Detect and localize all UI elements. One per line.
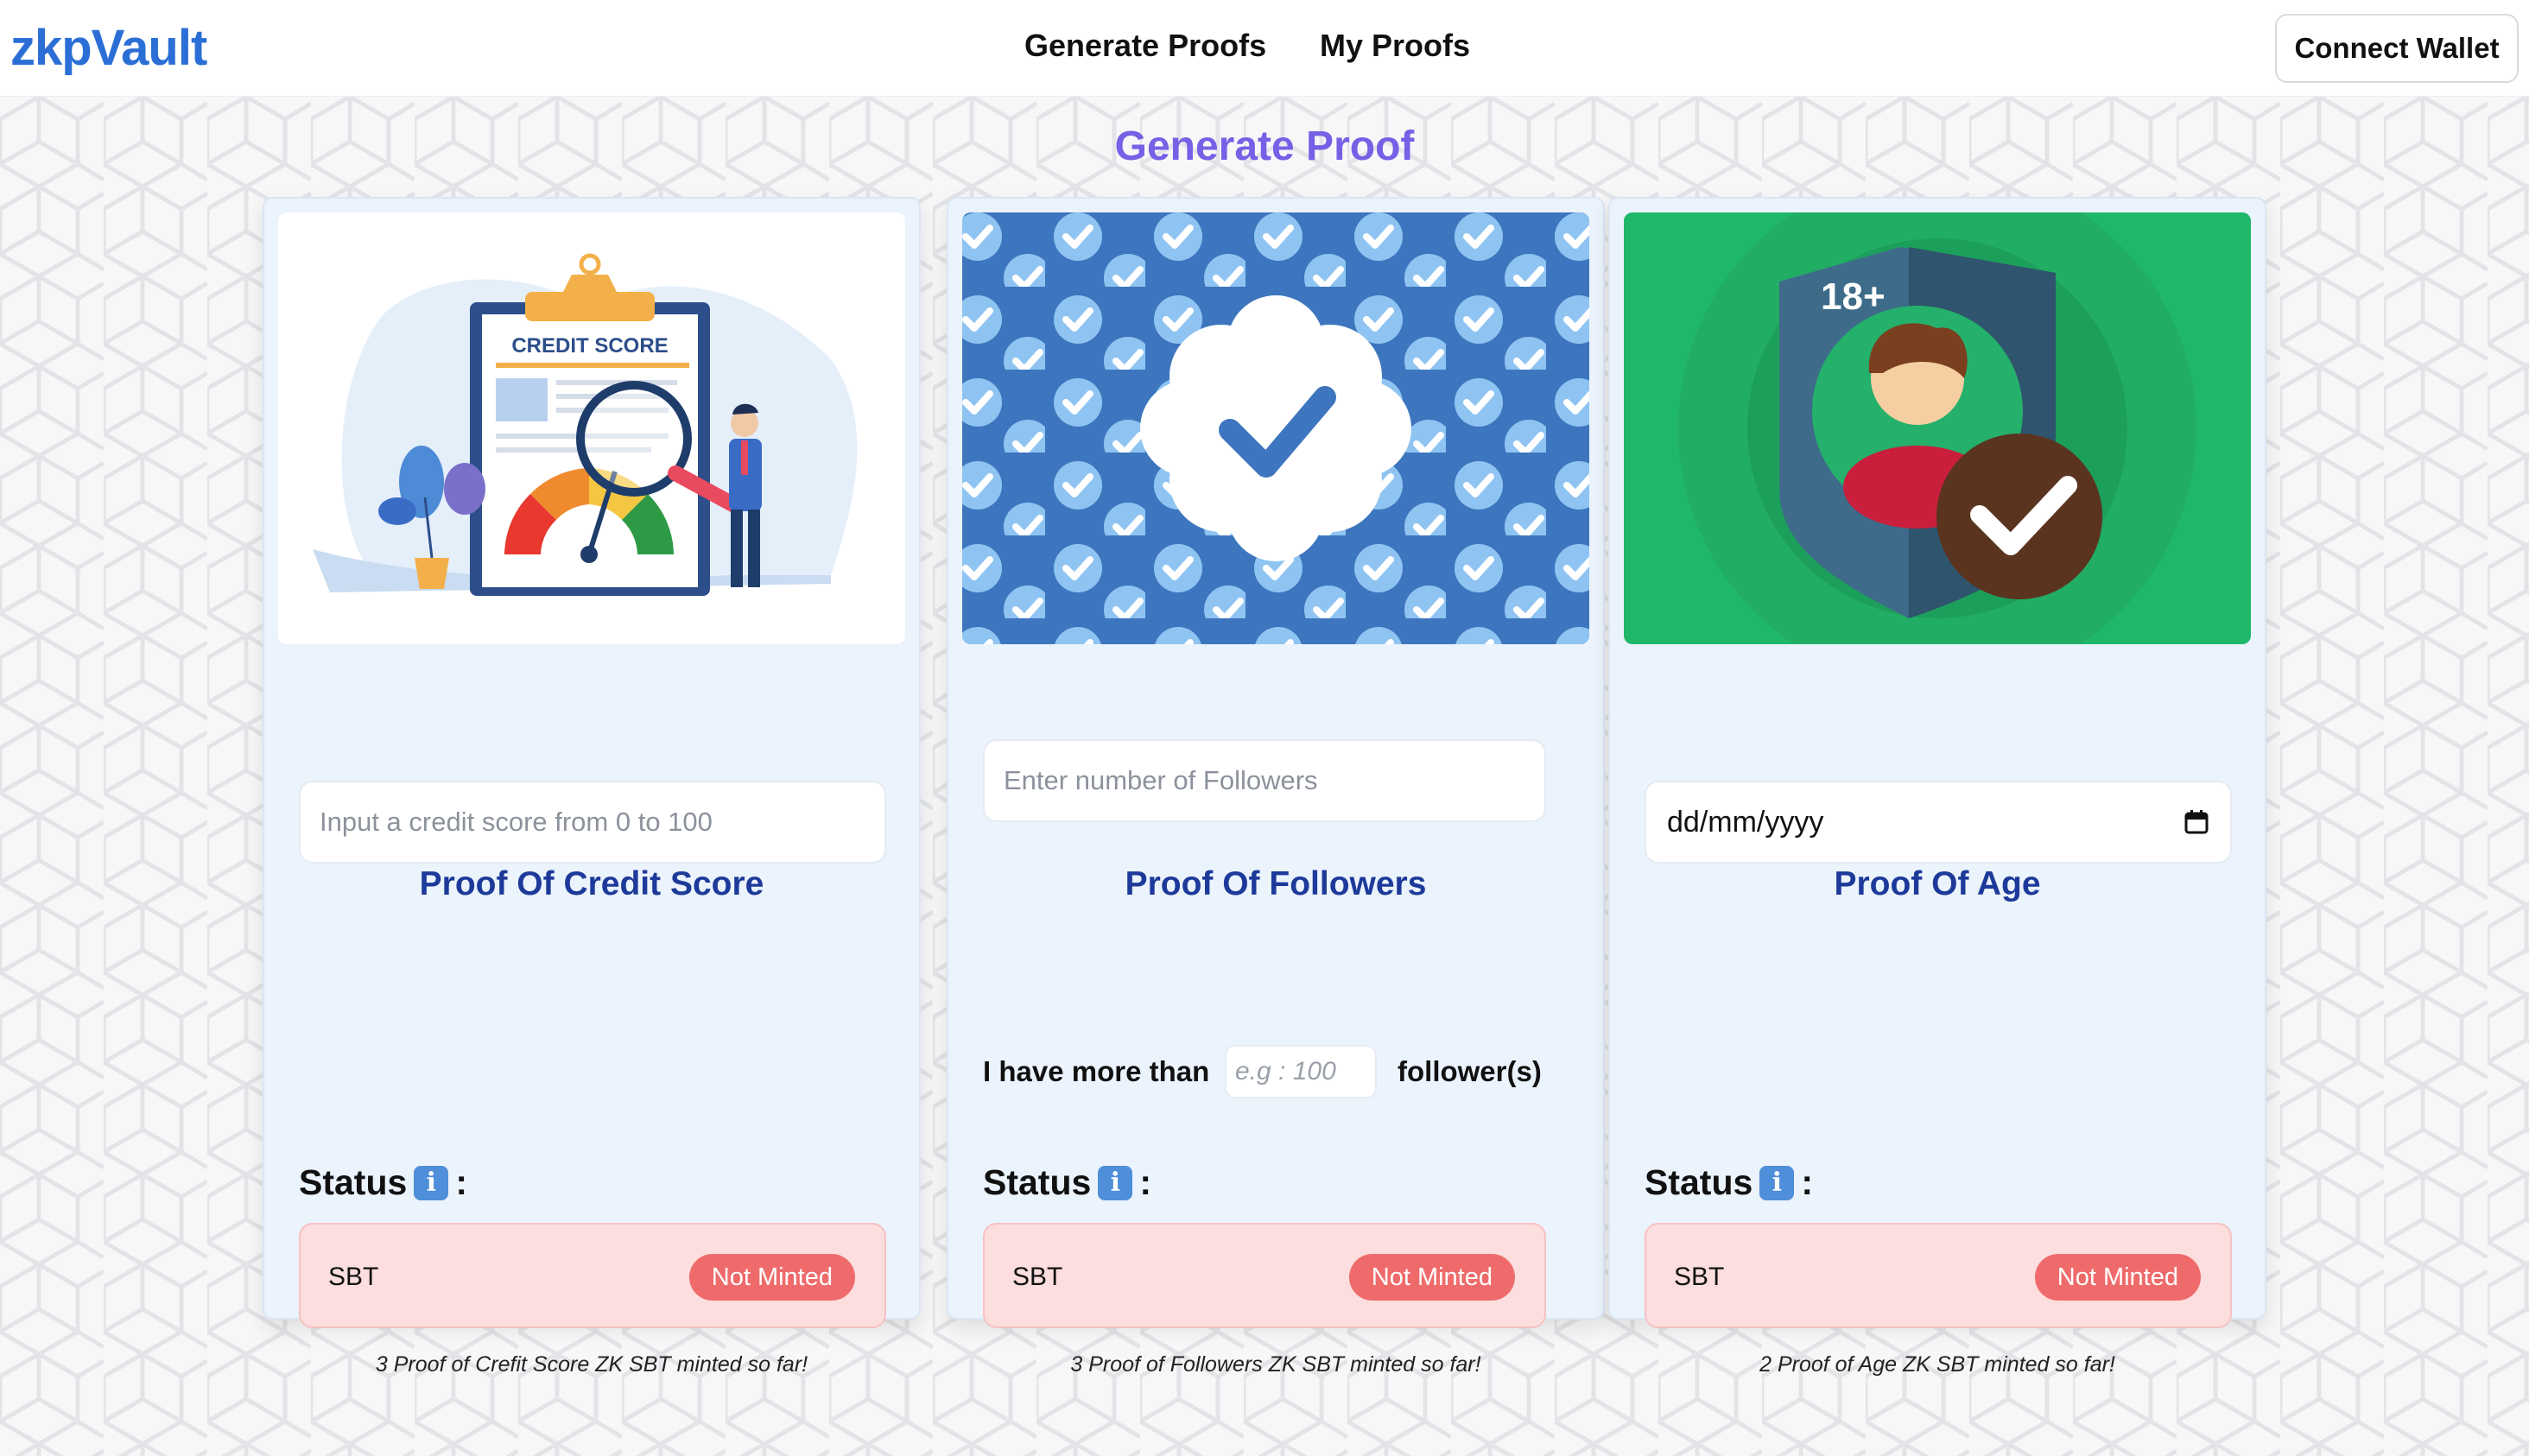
navbar: zkpVault Generate Proofs My Proofs Conne… — [0, 0, 2529, 97]
status-label: Status i : — [1645, 1162, 1813, 1203]
status-label-text: Status — [983, 1162, 1092, 1202]
status-colon: : — [1801, 1162, 1813, 1202]
card-title-age: Proof Of Age — [1834, 865, 2041, 902]
nav-link-generate-proofs[interactable]: Generate Proofs — [1024, 28, 1266, 64]
sbt-status-box: SBT Not Minted — [983, 1223, 1546, 1328]
card-followers: Proof Of Followers I have more than foll… — [947, 197, 1605, 1377]
age-image: 18+ — [1624, 212, 2251, 644]
followers-count-input[interactable] — [983, 739, 1546, 822]
sbt-label: SBT — [328, 1263, 379, 1291]
age-image-text: 18+ — [1821, 275, 1886, 318]
credit-score-image: CREDIT SCORE — [278, 212, 905, 644]
status-badge: Not Minted — [2034, 1254, 2201, 1301]
card-title-credit-score: Proof Of Credit Score — [419, 865, 764, 902]
card-age: 18+ Proof Of Age dd/mm/yyyy Status i : S… — [1608, 197, 2266, 1377]
minted-count-note: 3 Proof of Crefit Score ZK SBT minted so… — [375, 1352, 808, 1377]
sbt-label: SBT — [1012, 1263, 1063, 1291]
status-colon: : — [1139, 1162, 1151, 1202]
brand-logo[interactable]: zkpVault — [10, 19, 207, 77]
birthdate-input[interactable]: dd/mm/yyyy — [1645, 781, 2232, 864]
nav-link-my-proofs[interactable]: My Proofs — [1320, 28, 1470, 64]
credit-score-input[interactable] — [299, 781, 886, 864]
info-icon[interactable]: i — [1098, 1165, 1133, 1200]
info-icon[interactable]: i — [1759, 1165, 1795, 1200]
card-credit-score: CREDIT SCORE Proof Of Credit Score Input… — [263, 197, 921, 1377]
status-label: Status i : — [983, 1162, 1151, 1203]
status-badge: Not Minted — [1348, 1254, 1515, 1301]
threshold-suffix-label: follower(s) — [1398, 1055, 1542, 1087]
sbt-label: SBT — [1674, 1263, 1725, 1291]
sbt-status-box: SBT Not Minted — [299, 1223, 886, 1328]
info-icon[interactable]: i — [414, 1165, 449, 1200]
status-label-text: Status — [1645, 1162, 1753, 1202]
page-title: Generate Proof — [1114, 123, 1415, 169]
follower-threshold-row: I have more than follower(s) — [983, 1041, 1570, 1102]
calendar-icon[interactable] — [2184, 809, 2209, 835]
minted-count-note: 2 Proof of Age ZK SBT minted so far! — [1759, 1352, 2115, 1377]
follower-threshold-input[interactable] — [1225, 1045, 1377, 1098]
connect-wallet-button[interactable]: Connect Wallet — [2275, 14, 2519, 83]
status-label-text: Status — [299, 1162, 408, 1202]
status-colon: : — [455, 1162, 467, 1202]
card-title-followers: Proof Of Followers — [1125, 865, 1427, 902]
sbt-status-box: SBT Not Minted — [1645, 1223, 2232, 1328]
minted-count-note: 3 Proof of Followers ZK SBT minted so fa… — [1070, 1352, 1481, 1377]
status-badge: Not Minted — [688, 1254, 855, 1301]
credit-score-image-text: CREDIT SCORE — [511, 334, 668, 358]
followers-image — [962, 212, 1589, 644]
threshold-prefix-label: I have more than — [983, 1055, 1210, 1087]
status-label: Status i : — [299, 1162, 467, 1203]
date-placeholder: dd/mm/yyyy — [1667, 805, 1824, 839]
